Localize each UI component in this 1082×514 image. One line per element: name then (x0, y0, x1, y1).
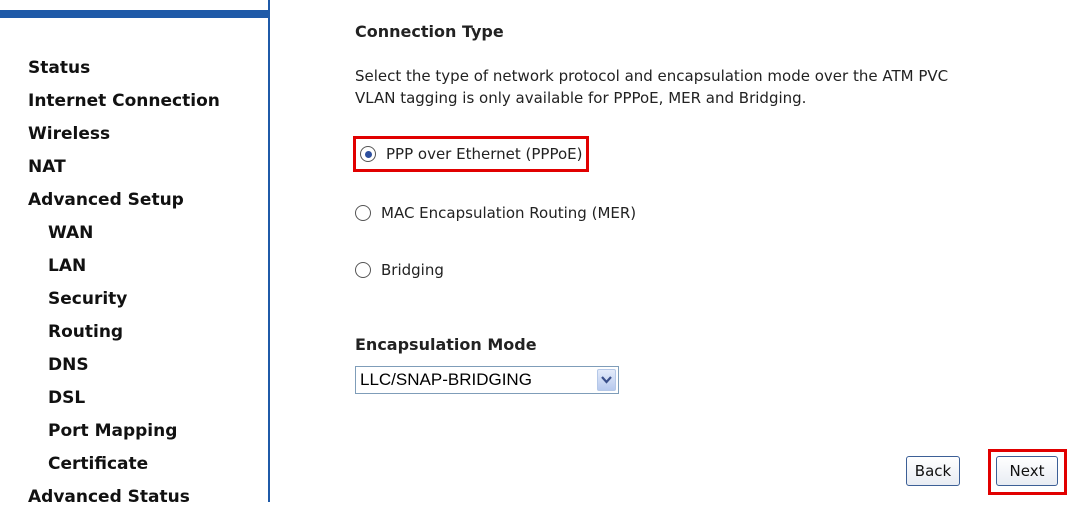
sidebar-item-security[interactable]: Security (28, 283, 220, 316)
next-button[interactable]: Next (996, 456, 1058, 486)
sidebar-nav: Status Internet Connection Wireless NAT … (28, 52, 220, 514)
radio-button-icon[interactable] (355, 205, 371, 221)
radio-bridging-label: Bridging (381, 261, 444, 279)
sidebar-item-dns[interactable]: DNS (28, 349, 220, 382)
sidebar-item-wireless[interactable]: Wireless (28, 118, 220, 151)
sidebar-item-advanced-status[interactable]: Advanced Status (28, 481, 220, 514)
page-title: Connection Type (355, 22, 504, 41)
sidebar-top-bar (0, 10, 268, 18)
sidebar-item-status[interactable]: Status (28, 52, 220, 85)
radio-pppoe-label: PPP over Ethernet (PPPoE) (386, 145, 583, 163)
radio-mer[interactable]: MAC Encapsulation Routing (MER) (355, 198, 636, 228)
sidebar-item-routing[interactable]: Routing (28, 316, 220, 349)
sidebar-item-port-mapping[interactable]: Port Mapping (28, 415, 220, 448)
chevron-down-icon[interactable] (597, 369, 616, 391)
description: Select the type of network protocol and … (355, 65, 948, 109)
encapsulation-mode-select[interactable]: LLC/SNAP-BRIDGING (355, 366, 619, 394)
sidebar-item-certificate[interactable]: Certificate (28, 448, 220, 481)
sidebar: Status Internet Connection Wireless NAT … (0, 0, 270, 507)
radio-button-icon[interactable] (355, 262, 371, 278)
radio-bridging[interactable]: Bridging (355, 255, 444, 285)
radio-pppoe[interactable]: PPP over Ethernet (PPPoE) (353, 136, 590, 172)
sidebar-item-internet-connection[interactable]: Internet Connection (28, 85, 220, 118)
radio-mer-label: MAC Encapsulation Routing (MER) (381, 204, 637, 222)
sidebar-item-advanced-setup[interactable]: Advanced Setup (28, 184, 220, 217)
radio-button-selected-icon[interactable] (360, 146, 376, 162)
description-line-1: Select the type of network protocol and … (355, 67, 949, 85)
sidebar-item-dsl[interactable]: DSL (28, 382, 220, 415)
encapsulation-mode-value: LLC/SNAP-BRIDGING (360, 370, 532, 389)
encapsulation-mode-title: Encapsulation Mode (355, 335, 537, 354)
description-line-2: VLAN tagging is only available for PPPoE… (355, 89, 807, 107)
sidebar-item-lan[interactable]: LAN (28, 250, 220, 283)
sidebar-item-nat[interactable]: NAT (28, 151, 220, 184)
sidebar-item-wan[interactable]: WAN (28, 217, 220, 250)
back-button[interactable]: Back (906, 456, 960, 486)
main-content: Connection Type Select the type of netwo… (353, 0, 1082, 502)
